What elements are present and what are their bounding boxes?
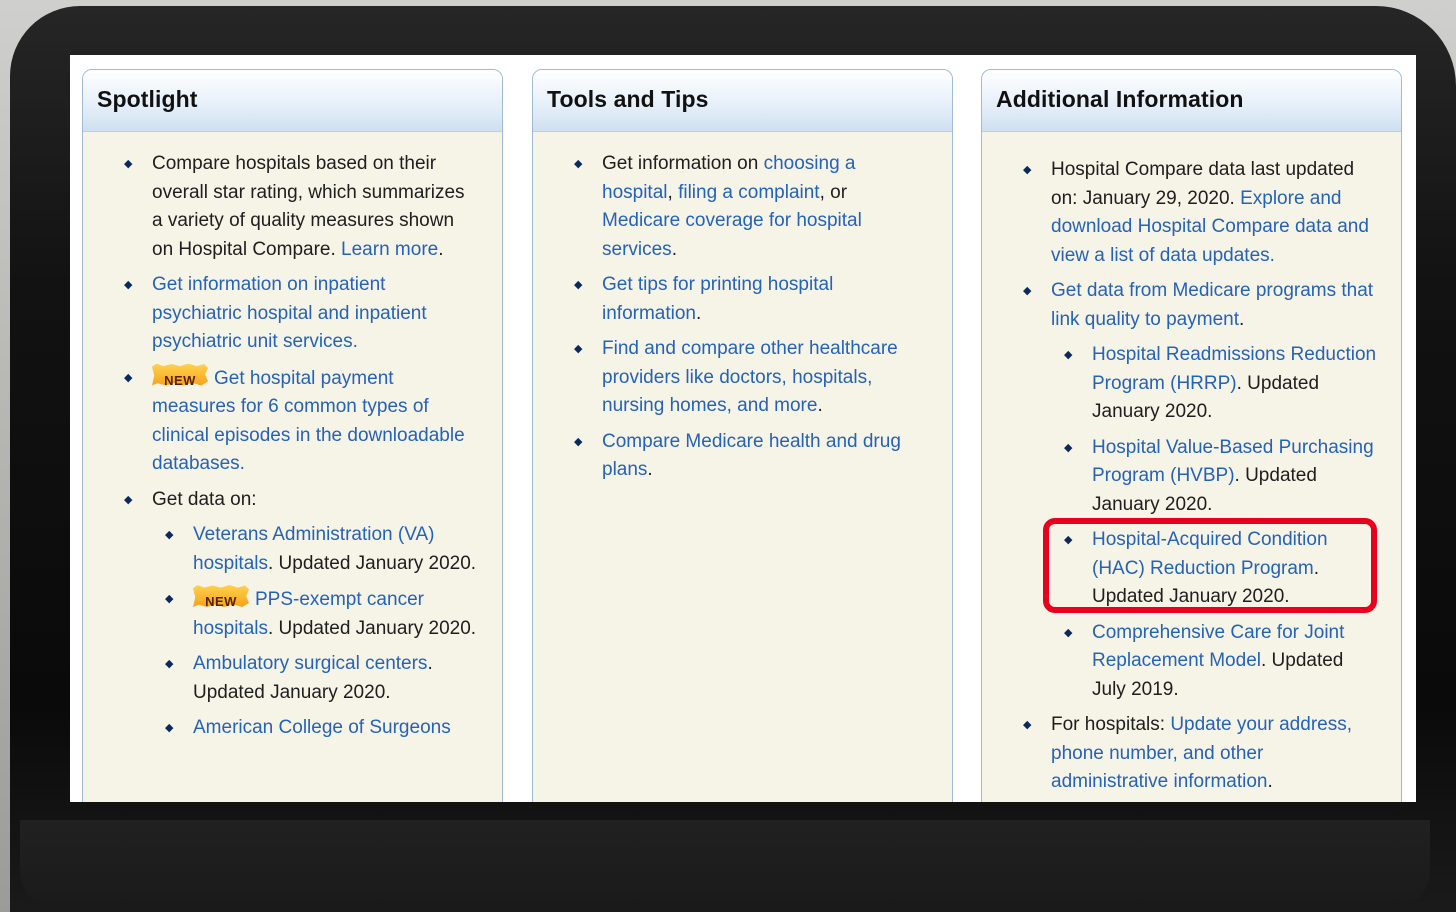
list-item: Veterans Administration (VA) hospitals. … <box>165 521 478 578</box>
list-item: Find and compare other healthcare provid… <box>574 335 928 421</box>
medicare-programs-link[interactable]: Get data from Medicare programs that lin… <box>1051 280 1373 330</box>
hrrp-link[interactable]: Hospital Readmissions Reduction Program … <box>1092 344 1376 394</box>
additional-list: Hospital Compare data last updated on: J… <box>982 156 1401 797</box>
list-item: Get data from Medicare programs that lin… <box>1023 277 1377 704</box>
tools-header: Tools and Tips <box>533 70 952 132</box>
list-item: Get data on: Veterans Administration (VA… <box>124 486 478 743</box>
list-item: Hospital Value-Based Purchasing Program … <box>1064 434 1377 520</box>
filing-complaint-link[interactable]: filing a complaint <box>678 182 820 203</box>
additional-header: Additional Information <box>982 70 1401 132</box>
list-item: Hospital Compare data last updated on: J… <box>1023 156 1377 270</box>
bezel-reflection <box>20 820 1430 910</box>
list-item: Comprehensive Care for Joint Replacement… <box>1064 619 1377 705</box>
hac-link[interactable]: Hospital-Acquired Condition (HAC) Reduct… <box>1092 529 1328 579</box>
new-badge-icon: NEW <box>152 363 208 388</box>
list-item: Hospital-Acquired Condition (HAC) Reduct… <box>1064 526 1377 612</box>
compare-providers-link[interactable]: Find and compare other healthcare provid… <box>602 338 898 416</box>
ambulatory-surgical-link[interactable]: Ambulatory surgical centers <box>193 653 427 674</box>
spotlight-header: Spotlight <box>83 70 502 132</box>
psychiatric-services-link[interactable]: Get information on inpatient psychiatric… <box>152 274 427 352</box>
additional-title: Additional Information <box>996 86 1244 112</box>
list-item: NEWPPS-exempt cancer hospitals. Updated … <box>165 585 478 643</box>
list-item: NEWGet hospital payment measures for 6 c… <box>124 363 478 479</box>
medicare-coverage-link[interactable]: Medicare coverage for hospital services <box>602 210 862 260</box>
get-data-sublist: Veterans Administration (VA) hospitals. … <box>152 521 478 743</box>
spotlight-list: Compare hospitals based on their overall… <box>83 150 502 743</box>
printing-tips-link[interactable]: Get tips for printing hospital informati… <box>602 274 833 324</box>
tools-title: Tools and Tips <box>547 86 709 112</box>
list-item: Ambulatory surgical centers. Updated Jan… <box>165 650 478 707</box>
spotlight-panel: Spotlight Compare hospitals based on the… <box>82 69 503 802</box>
new-badge-icon: NEW <box>193 585 249 609</box>
list-item: Hospital Readmissions Reduction Program … <box>1064 341 1377 427</box>
additional-panel: Additional Information Hospital Compare … <box>981 69 1402 802</box>
list-item: Compare Medicare health and drug plans. <box>574 428 928 485</box>
list-item: Get information on choosing a hospital, … <box>574 150 928 264</box>
browser-viewport: Spotlight Compare hospitals based on the… <box>70 55 1416 802</box>
list-item: American College of Surgeons <box>165 714 478 743</box>
learn-more-link[interactable]: Learn more <box>341 239 438 260</box>
list-item: Get information on inpatient psychiatric… <box>124 271 478 357</box>
list-item: Compare hospitals based on their overall… <box>124 150 478 264</box>
tools-list: Get information on choosing a hospital, … <box>533 150 952 485</box>
tools-panel: Tools and Tips Get information on choosi… <box>532 69 953 802</box>
american-college-surgeons-link[interactable]: American College of Surgeons <box>193 717 451 738</box>
list-item: Get tips for printing hospital informati… <box>574 271 928 328</box>
hvbp-link[interactable]: Hospital Value-Based Purchasing Program … <box>1092 437 1374 487</box>
spotlight-title: Spotlight <box>97 86 198 112</box>
programs-sublist: Hospital Readmissions Reduction Program … <box>1051 341 1377 704</box>
list-item: For hospitals: Update your address, phon… <box>1023 711 1377 797</box>
